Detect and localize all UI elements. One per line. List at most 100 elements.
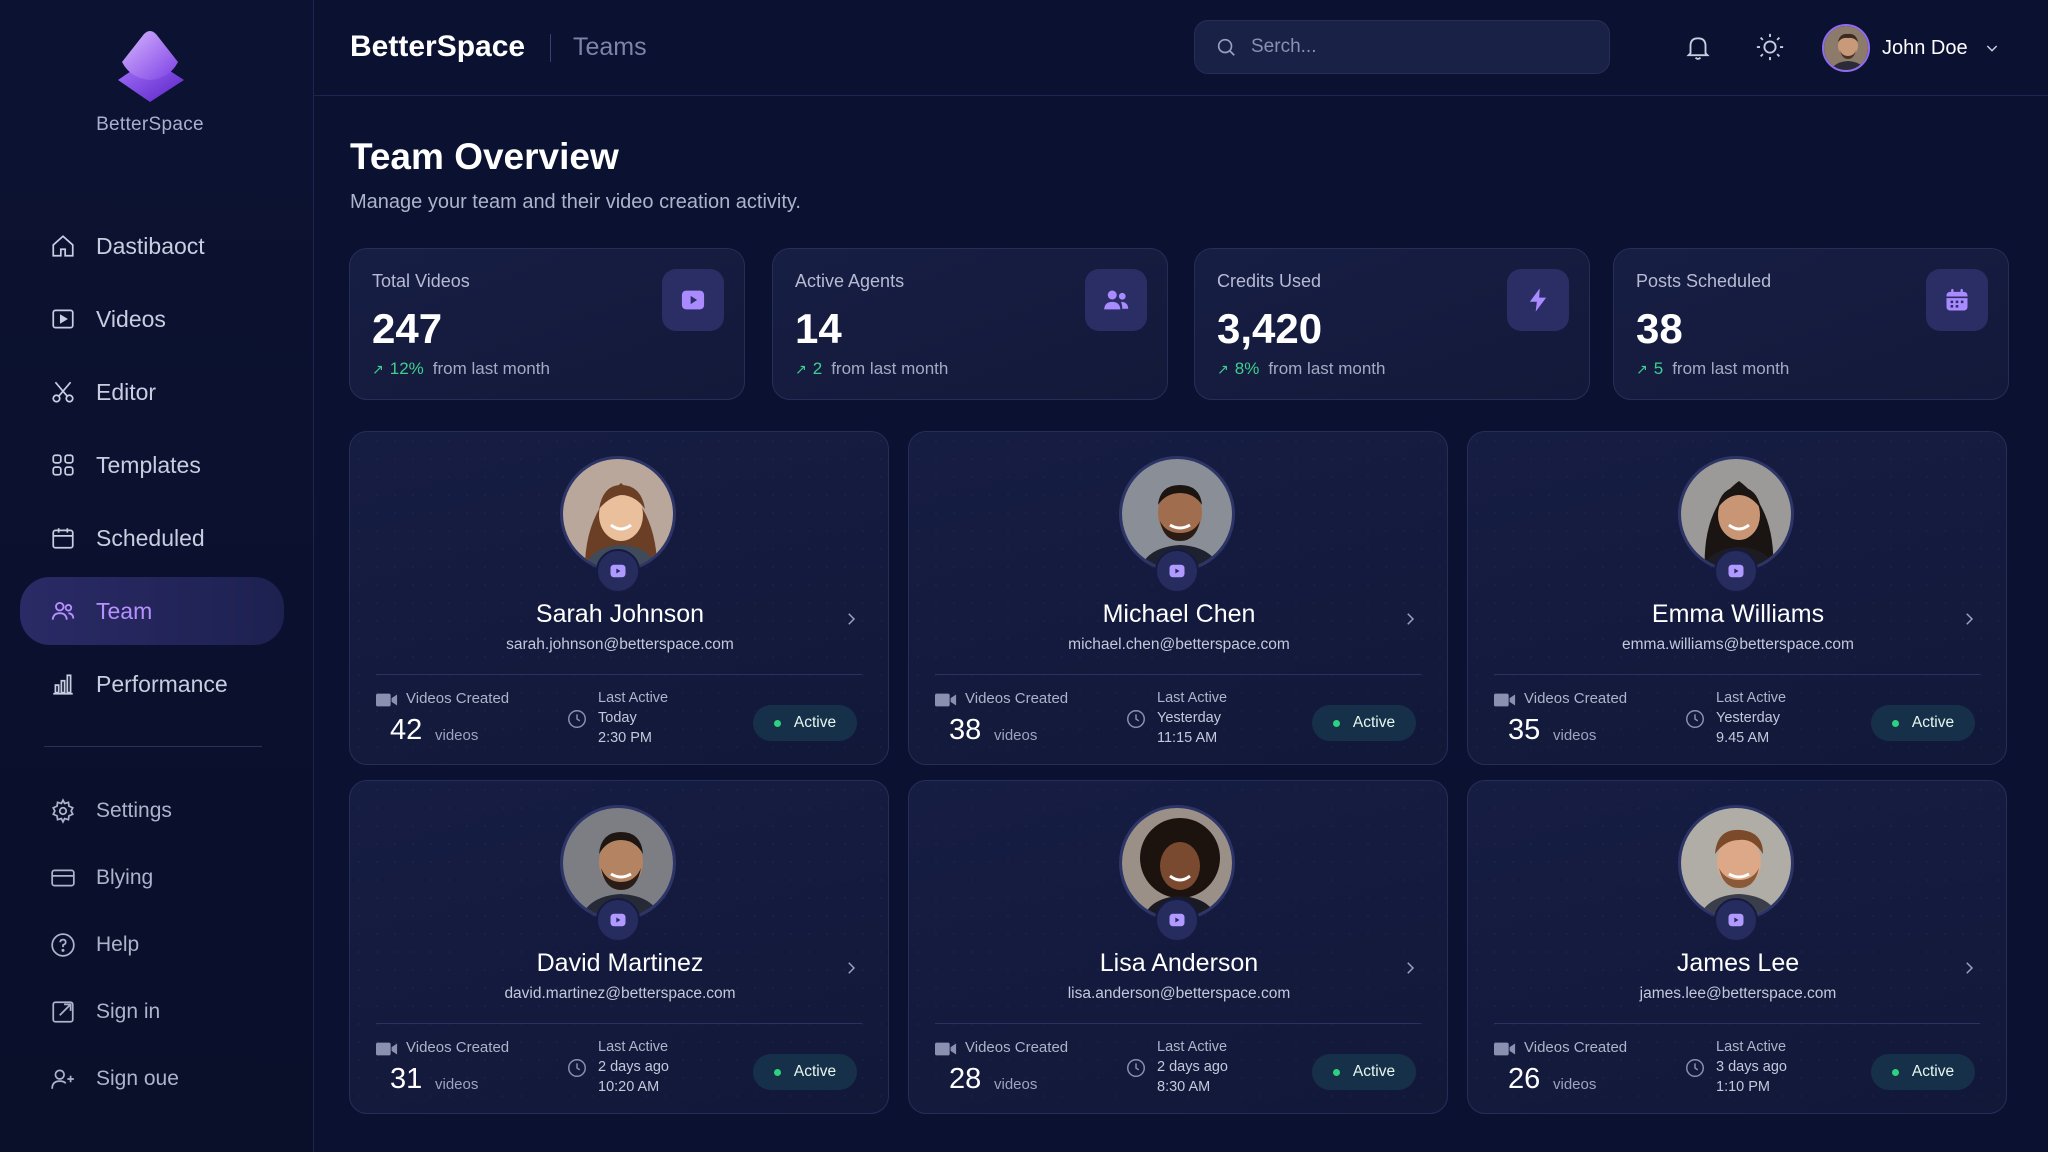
sidebar-item-label: Help bbox=[96, 933, 140, 956]
page-subtitle: Manage your team and their video creatio… bbox=[350, 191, 801, 213]
member-name: Lisa Anderson bbox=[1099, 949, 1259, 977]
team-member-card[interactable]: Sarah Johnson sarah.johnson@betterspace.… bbox=[349, 431, 889, 765]
videos-created-label: Videos Created bbox=[965, 1039, 1069, 1056]
sidebar-item-label: Settings bbox=[96, 799, 172, 822]
last-active-label: Last Active bbox=[598, 690, 669, 706]
member-video-button[interactable] bbox=[596, 898, 640, 942]
sidebar-item-team[interactable]: Team bbox=[20, 577, 284, 645]
play-icon bbox=[610, 913, 626, 927]
stat-delta-text: from last month bbox=[1672, 359, 1790, 378]
sidebar-item-help[interactable]: Help bbox=[20, 914, 284, 976]
status-text: Active bbox=[1352, 1063, 1396, 1080]
video-camera-icon bbox=[935, 1042, 957, 1056]
status-dot bbox=[773, 1068, 781, 1076]
chevron-right-icon[interactable] bbox=[1960, 610, 1978, 628]
sidebar-item-scheduled[interactable]: Scheduled bbox=[20, 504, 284, 572]
logo[interactable]: BetterSpace bbox=[0, 28, 300, 136]
stat-card-credits-used: Credits Used 3,420 ↗ 8% from last month bbox=[1194, 248, 1590, 400]
team-member-card[interactable]: James Lee james.lee@betterspace.com Vide… bbox=[1467, 780, 2007, 1114]
status-text: Active bbox=[1911, 714, 1955, 731]
theme-toggle-button[interactable] bbox=[1755, 32, 1785, 62]
card-divider bbox=[935, 674, 1421, 675]
stat-delta: ↗ 2 from last month bbox=[795, 359, 948, 379]
sidebar-item-dashboard[interactable]: Dastibaoct bbox=[20, 212, 284, 280]
user-menu[interactable]: John Doe bbox=[1822, 22, 2000, 74]
sidebar-item-label: Team bbox=[96, 597, 153, 624]
videos-unit: videos bbox=[994, 1076, 1038, 1093]
sign-in-icon bbox=[48, 997, 78, 1027]
brand-name[interactable]: BetterSpace bbox=[350, 30, 525, 64]
stat-label: Active Agents bbox=[795, 271, 905, 291]
team-member-card[interactable]: Michael Chen michael.chen@betterspace.co… bbox=[908, 431, 1448, 765]
videos-created-label: Videos Created bbox=[965, 690, 1069, 707]
videos-unit: videos bbox=[435, 727, 479, 744]
card-divider bbox=[1494, 674, 1980, 675]
team-member-card[interactable]: David Martinez david.martinez@betterspac… bbox=[349, 780, 889, 1114]
member-video-button[interactable] bbox=[596, 549, 640, 593]
sidebar-item-editor[interactable]: Editor bbox=[20, 358, 284, 426]
sidebar-item-sign-out[interactable]: Sign oue bbox=[20, 1048, 284, 1110]
play-icon bbox=[610, 564, 626, 578]
member-email: james.lee@betterspace.com bbox=[1639, 985, 1837, 1002]
last-active-label: Last Active bbox=[598, 1039, 669, 1055]
clock-icon bbox=[1686, 710, 1704, 728]
videos-created-count: 42 bbox=[390, 714, 423, 746]
card-divider bbox=[376, 1023, 862, 1024]
chevron-right-icon[interactable] bbox=[1401, 610, 1419, 628]
stat-label: Credits Used bbox=[1217, 271, 1322, 291]
member-email: david.martinez@betterspace.com bbox=[504, 985, 736, 1002]
sidebar-item-settings[interactable]: Settings bbox=[20, 780, 284, 842]
video-camera-icon bbox=[376, 1042, 398, 1056]
videos-unit: videos bbox=[1553, 727, 1597, 744]
last-active-day: 2 days ago bbox=[598, 1059, 669, 1075]
topbar: BetterSpace Teams John Doe bbox=[314, 0, 2048, 96]
play-icon bbox=[1728, 913, 1744, 927]
sidebar-item-sign-in[interactable]: Sign in bbox=[20, 981, 284, 1043]
sidebar-item-performance[interactable]: Performance bbox=[20, 650, 284, 718]
notifications-button[interactable] bbox=[1683, 32, 1713, 62]
sidebar-item-templates[interactable]: Templates bbox=[20, 431, 284, 499]
status-badge: Active bbox=[753, 1054, 857, 1090]
sidebar-divider bbox=[44, 746, 262, 747]
status-text: Active bbox=[1352, 714, 1396, 731]
chevron-right-icon[interactable] bbox=[1401, 959, 1419, 977]
videos-created-count: 26 bbox=[1508, 1063, 1541, 1095]
brand-divider bbox=[550, 34, 551, 62]
chevron-down-icon bbox=[1986, 45, 1997, 52]
team-member-card[interactable]: Emma Williams emma.williams@betterspace.… bbox=[1467, 431, 2007, 765]
stat-value: 38 bbox=[1636, 305, 1683, 352]
status-text: Active bbox=[1911, 1063, 1955, 1080]
trend-up-icon: ↗ bbox=[1636, 360, 1648, 377]
videos-created-count: 35 bbox=[1508, 714, 1541, 746]
member-name: David Martinez bbox=[536, 949, 704, 977]
sidebar-item-billing[interactable]: Blying bbox=[20, 847, 284, 909]
chevron-right-icon[interactable] bbox=[842, 610, 860, 628]
last-active-time: 9.45 AM bbox=[1716, 730, 1770, 746]
play-icon bbox=[1169, 913, 1185, 927]
sidebar-item-label: Blying bbox=[96, 866, 154, 889]
clock-icon bbox=[568, 710, 586, 728]
card-divider bbox=[1494, 1023, 1980, 1024]
member-video-button[interactable] bbox=[1714, 549, 1758, 593]
status-dot bbox=[1332, 719, 1340, 727]
chevron-right-icon[interactable] bbox=[1960, 959, 1978, 977]
member-video-button[interactable] bbox=[1155, 549, 1199, 593]
team-member-card[interactable]: Lisa Anderson lisa.anderson@betterspace.… bbox=[908, 780, 1448, 1114]
card-divider bbox=[376, 674, 862, 675]
member-video-button[interactable] bbox=[1714, 898, 1758, 942]
search-input[interactable] bbox=[1251, 36, 1591, 58]
sidebar-item-label: Sign in bbox=[96, 1000, 161, 1023]
lightning-icon bbox=[1529, 288, 1547, 312]
videos-unit: videos bbox=[435, 1076, 479, 1093]
last-active-label: Last Active bbox=[1716, 690, 1787, 706]
search-bar[interactable] bbox=[1194, 20, 1610, 74]
logo-text: BetterSpace bbox=[96, 114, 204, 135]
stat-badge bbox=[1085, 269, 1147, 331]
sidebar-item-videos[interactable]: Videos bbox=[20, 285, 284, 353]
last-active-day: 2 days ago bbox=[1157, 1059, 1228, 1075]
member-video-button[interactable] bbox=[1155, 898, 1199, 942]
search-icon bbox=[1217, 38, 1235, 56]
chevron-right-icon[interactable] bbox=[842, 959, 860, 977]
play-icon bbox=[681, 290, 705, 310]
sidebar-item-label: Performance bbox=[96, 670, 228, 697]
